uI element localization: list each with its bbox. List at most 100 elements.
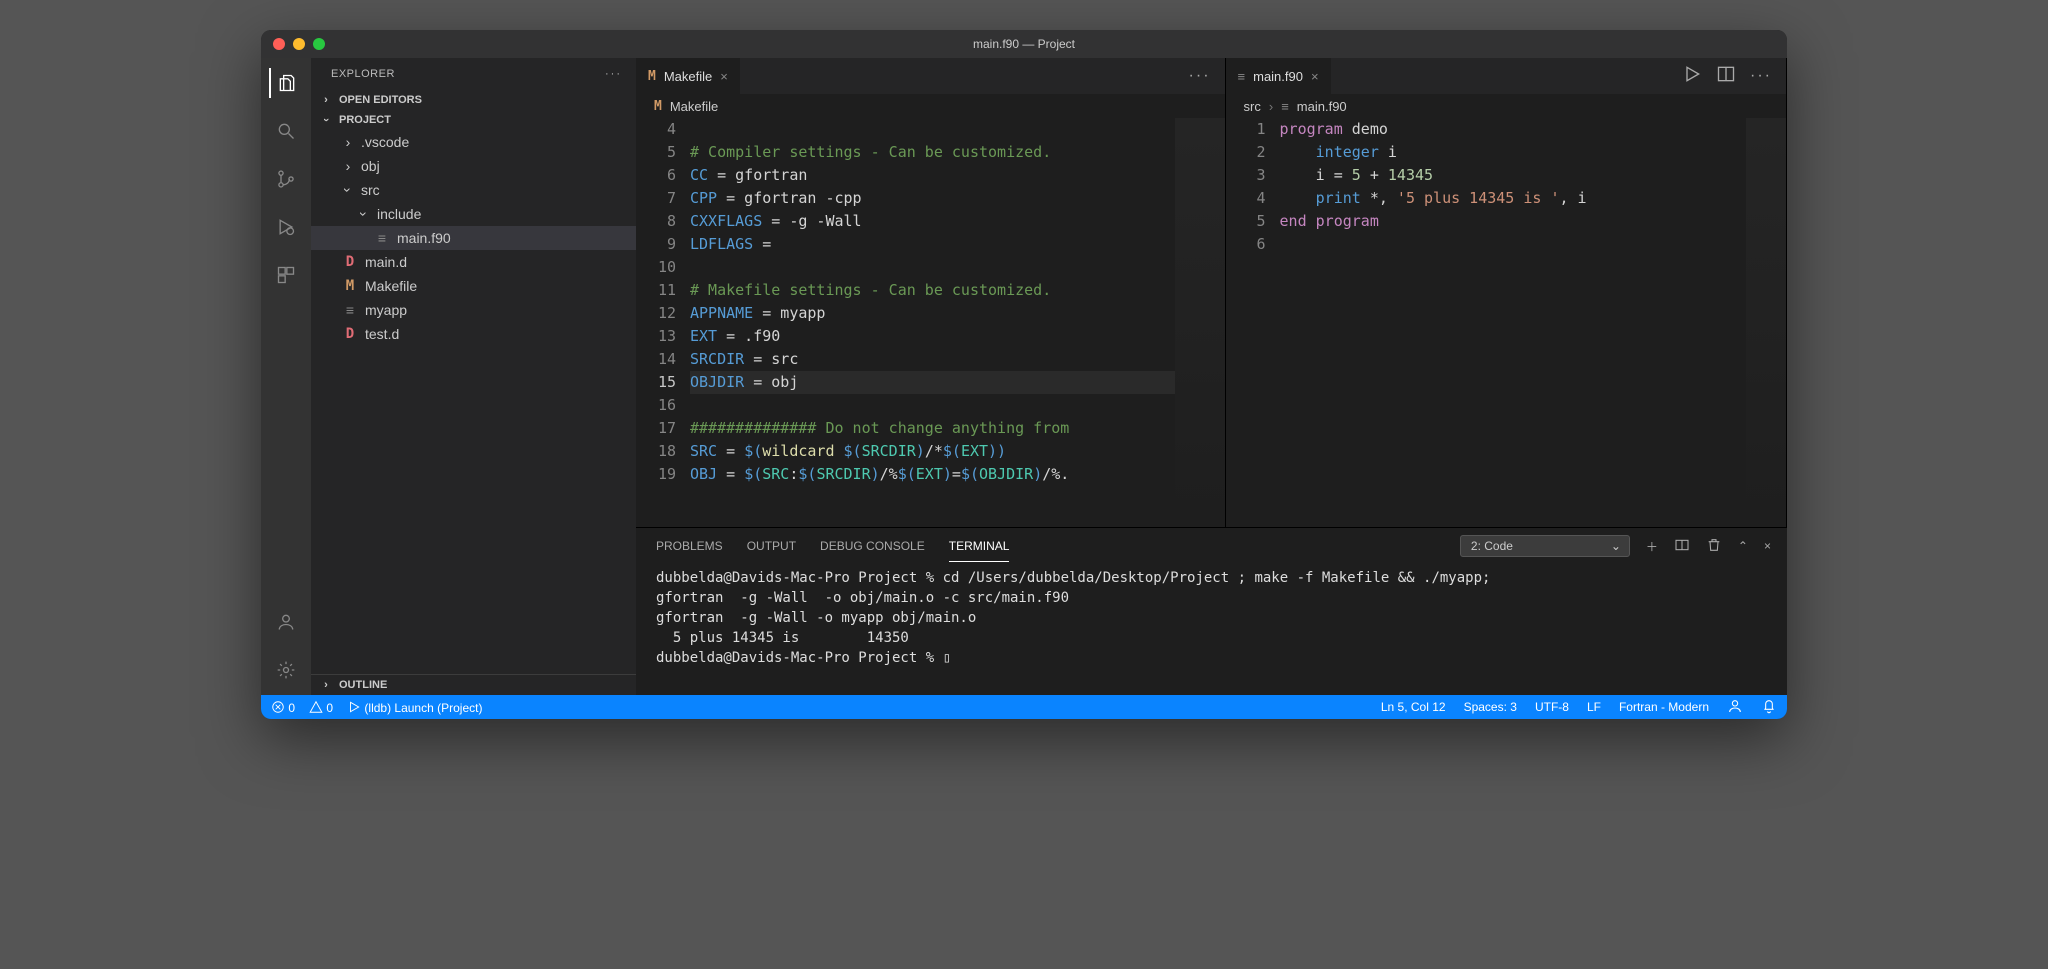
close-tab-icon[interactable]: × [720, 69, 728, 84]
tree-item-label: main.d [365, 254, 407, 270]
close-panel-icon[interactable]: × [1764, 539, 1771, 553]
file-icon: ≡ [341, 302, 359, 318]
status-warnings[interactable]: 0 [309, 700, 333, 715]
minimap[interactable] [1175, 118, 1225, 527]
panel-tab-debug-console[interactable]: DEBUG CONSOLE [820, 531, 925, 561]
titlebar: main.f90 — Project [261, 30, 1787, 58]
code-editor-left[interactable]: 45678910111213141516171819 # Compiler se… [636, 118, 1225, 527]
explorer-icon[interactable] [269, 68, 301, 98]
split-terminal-icon[interactable] [1674, 537, 1690, 556]
split-editor-icon[interactable] [1716, 64, 1736, 89]
run-icon[interactable] [1682, 64, 1702, 89]
tree-item-label: main.f90 [397, 230, 451, 246]
trash-icon[interactable] [1706, 537, 1722, 556]
status-language[interactable]: Fortran - Modern [1619, 700, 1709, 714]
tab-label: main.f90 [1253, 69, 1303, 84]
new-terminal-icon[interactable]: ＋ [1646, 538, 1658, 555]
chevron-right-icon: › [319, 679, 333, 691]
feedback-icon[interactable] [1727, 698, 1743, 717]
explorer-sidebar: EXPLORER ··· › OPEN EDITORS › PROJECT ›.… [311, 58, 636, 695]
breadcrumb-item[interactable]: src [1244, 99, 1261, 114]
status-launch[interactable]: (lldb) Launch (Project) [347, 700, 482, 715]
tree-item-label: src [361, 182, 380, 198]
panel-tab-output[interactable]: OUTPUT [747, 531, 796, 561]
window-title: main.f90 — Project [973, 37, 1075, 51]
breadcrumbs-left[interactable]: M Makefile [636, 94, 1225, 118]
settings-gear-icon[interactable] [271, 655, 301, 685]
file-icon: ≡ [373, 230, 391, 246]
project-label: PROJECT [339, 114, 391, 126]
open-editors-label: OPEN EDITORS [339, 94, 422, 106]
makefile-icon: M [648, 69, 656, 84]
status-errors[interactable]: 0 [271, 700, 295, 715]
folder-item[interactable]: ›include [311, 202, 636, 226]
chevron-right-icon: › [341, 158, 355, 174]
folder-item[interactable]: ›obj [311, 154, 636, 178]
d-file-icon: D [341, 254, 359, 270]
open-editors-section[interactable]: › OPEN EDITORS [311, 90, 636, 110]
panel-tab-problems[interactable]: PROBLEMS [656, 531, 723, 561]
tabs-left: M Makefile × ··· [636, 58, 1225, 94]
file-item[interactable]: Dmain.d [311, 250, 636, 274]
terminal-selector-label: 2: Code [1471, 539, 1513, 553]
chevron-right-icon: › [341, 134, 355, 150]
tabs-right: ≡ main.f90 × ··· [1226, 58, 1786, 94]
panel-tab-terminal[interactable]: TERMINAL [949, 531, 1010, 562]
chevron-down-icon: ⌄ [1611, 539, 1621, 553]
makefile-icon: M [341, 278, 359, 294]
file-item[interactable]: Dtest.d [311, 322, 636, 346]
tree-item-label: include [377, 206, 421, 222]
project-section[interactable]: › PROJECT [311, 110, 636, 130]
outline-label: OUTLINE [339, 679, 387, 691]
sidebar-more-icon[interactable]: ··· [605, 68, 622, 80]
code-editor-right[interactable]: 123456 program demo integer i i = 5 + 14… [1226, 118, 1786, 527]
file-item[interactable]: ≡ main.f90 [311, 226, 636, 250]
close-window[interactable] [273, 38, 285, 50]
file-item[interactable]: ≡ myapp [311, 298, 636, 322]
status-bar: 0 0 (lldb) Launch (Project) Ln 5, Col 12… [261, 695, 1787, 719]
editor-more-icon[interactable]: ··· [1189, 67, 1211, 85]
minimize-window[interactable] [293, 38, 305, 50]
makefile-icon: M [654, 99, 662, 114]
editor-area: M Makefile × ··· M Makefile 45678910111 [636, 58, 1787, 527]
run-debug-icon[interactable] [271, 212, 301, 242]
status-eol[interactable]: LF [1587, 700, 1601, 714]
terminal-selector[interactable]: 2: Code ⌄ [1460, 535, 1630, 557]
editor-group-left: M Makefile × ··· M Makefile 45678910111 [636, 58, 1226, 527]
status-encoding[interactable]: UTF-8 [1535, 700, 1569, 714]
chevron-right-icon: › [319, 94, 333, 106]
outline-section[interactable]: › OUTLINE [311, 674, 636, 695]
folder-item[interactable]: › .vscode [311, 130, 636, 154]
window-controls [261, 38, 325, 50]
sidebar-title: EXPLORER [331, 68, 395, 80]
accounts-icon[interactable] [271, 607, 301, 637]
bell-icon[interactable] [1761, 698, 1777, 717]
tab-makefile[interactable]: M Makefile × [636, 58, 741, 94]
extensions-icon[interactable] [271, 260, 301, 290]
bottom-panel: PROBLEMS OUTPUT DEBUG CONSOLE TERMINAL 2… [636, 527, 1787, 695]
folder-item[interactable]: ›src [311, 178, 636, 202]
minimap[interactable] [1746, 118, 1786, 527]
tab-label: Makefile [664, 69, 712, 84]
chevron-right-icon: › [1269, 99, 1273, 114]
chevron-up-icon[interactable]: ⌃ [1738, 539, 1748, 553]
file-item[interactable]: M Makefile [311, 274, 636, 298]
tree-item-label: myapp [365, 302, 407, 318]
maximize-window[interactable] [313, 38, 325, 50]
search-icon[interactable] [271, 116, 301, 146]
tab-main-f90[interactable]: ≡ main.f90 × [1226, 58, 1332, 94]
breadcrumbs-right[interactable]: src › ≡ main.f90 [1226, 94, 1786, 118]
close-tab-icon[interactable]: × [1311, 69, 1319, 84]
editor-more-icon[interactable]: ··· [1750, 67, 1772, 85]
fortran-file-icon: ≡ [1238, 69, 1246, 84]
terminal-output[interactable]: dubbelda@Davids-Mac-Pro Project % cd /Us… [636, 564, 1787, 695]
editor-group-right: ≡ main.f90 × ··· src › ≡ [1226, 58, 1787, 527]
panel-tabs: PROBLEMS OUTPUT DEBUG CONSOLE TERMINAL 2… [636, 528, 1787, 564]
source-control-icon[interactable] [271, 164, 301, 194]
activity-bar [261, 58, 311, 695]
tree-item-label: Makefile [365, 278, 417, 294]
status-spaces[interactable]: Spaces: 3 [1464, 700, 1517, 714]
breadcrumb-item[interactable]: main.f90 [1297, 99, 1347, 114]
status-cursor[interactable]: Ln 5, Col 12 [1381, 700, 1446, 714]
tree-item-label: .vscode [361, 134, 409, 150]
